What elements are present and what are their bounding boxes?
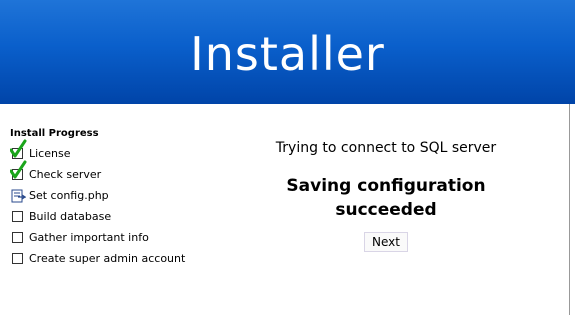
step-create-admin: Create super admin account xyxy=(10,248,185,269)
step-label: Set config.php xyxy=(29,189,109,202)
empty-checkbox-icon xyxy=(10,250,27,267)
next-button[interactable]: Next xyxy=(364,232,408,252)
step-label: Create super admin account xyxy=(29,252,186,265)
step-label: License xyxy=(29,147,71,160)
saving-line-2: succeeded xyxy=(335,200,437,220)
install-progress-heading: Install Progress xyxy=(10,128,99,139)
install-progress-sidebar: Install Progress License Check server Se… xyxy=(10,128,185,269)
document-pointer-icon xyxy=(10,187,27,204)
installer-banner: Installer xyxy=(0,0,575,104)
step-label: Check server xyxy=(29,168,102,181)
saving-line-1: Saving configuration xyxy=(286,176,486,196)
step-gather-info: Gather important info xyxy=(10,227,185,248)
step-label: Gather important info xyxy=(29,231,149,244)
step-label: Build database xyxy=(29,210,112,223)
step-license: License xyxy=(10,139,185,164)
step-check-server: Check server xyxy=(10,160,185,185)
empty-checkbox-icon xyxy=(10,208,27,225)
step-build-database: Build database xyxy=(10,206,185,227)
empty-checkbox-icon xyxy=(10,229,27,246)
green-check-icon xyxy=(10,160,27,183)
step-set-config: Set config.php xyxy=(10,185,185,206)
main-content: Trying to connect to SQL server Saving c… xyxy=(200,140,572,252)
banner-title: Installer xyxy=(190,27,385,81)
connect-status-text: Trying to connect to SQL server xyxy=(275,140,497,156)
saving-result-text: Saving configuration succeeded xyxy=(200,174,572,222)
